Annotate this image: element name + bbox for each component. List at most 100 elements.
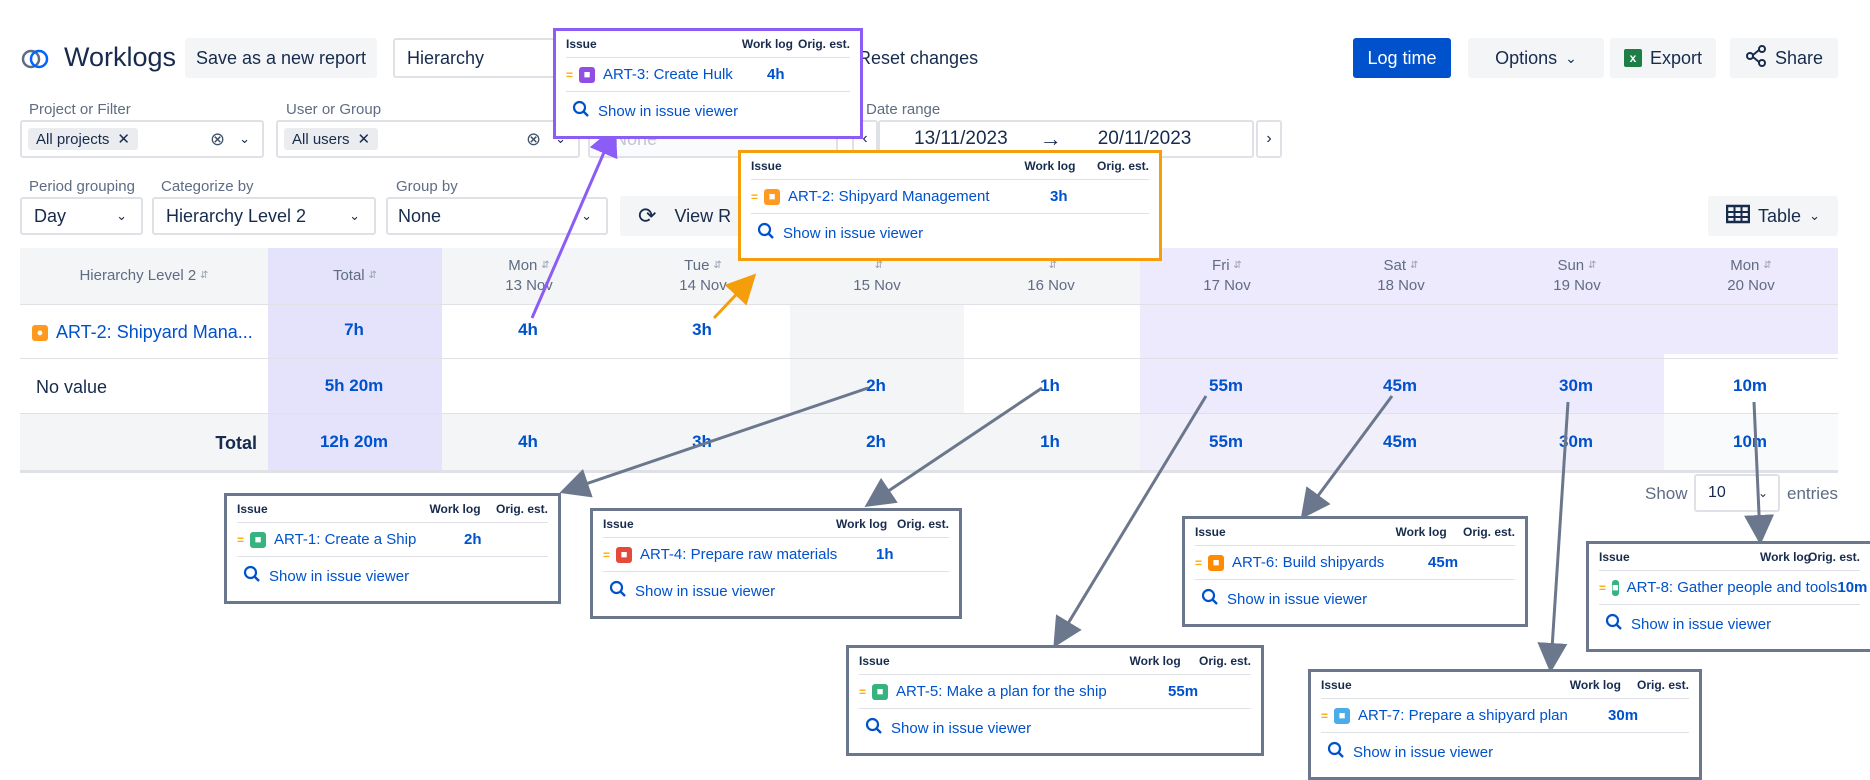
show-in-issue-viewer-link[interactable]: Show in issue viewer <box>1321 733 1689 771</box>
chevron-down-icon: ⌄ <box>1565 49 1577 66</box>
worklog-cell[interactable]: 2h <box>790 432 962 452</box>
priority-medium-icon: = <box>237 532 245 547</box>
column-header-day[interactable]: Sat ⇵ 18 Nov <box>1314 248 1488 304</box>
column-header-date: 16 Nov <box>1027 277 1075 294</box>
epic-icon: ■ <box>579 66 596 83</box>
view-report-button[interactable]: ⟳ View R <box>620 196 750 236</box>
search-icon <box>1605 613 1623 635</box>
worklog-popup: Issue Work log Orig. est. = ■ ART-6: Build sh… <box>1182 516 1528 627</box>
save-report-button[interactable]: Save as a new report <box>185 38 377 78</box>
show-in-issue-viewer-link[interactable]: Show in issue viewer <box>1599 605 1860 643</box>
column-header-day[interactable]: Mon ⇵ 13 Nov <box>442 248 616 304</box>
remove-chip-icon[interactable]: ✕ <box>358 130 371 148</box>
popup-issue-link[interactable]: ART-1: Create a Ship <box>274 531 464 548</box>
popup-issue-link[interactable]: ART-2: Shipyard Management <box>788 188 1050 205</box>
popup-issue-link[interactable]: ART-6: Build shipyards <box>1232 554 1428 571</box>
column-header-date: 14 Nov <box>679 277 727 294</box>
period-grouping-select[interactable]: Day ⌄ <box>20 197 143 235</box>
sort-icon: ⇵ <box>1763 260 1772 271</box>
share-button[interactable]: Share <box>1730 38 1838 78</box>
worklog-cell[interactable]: 30m <box>1490 432 1662 452</box>
popup-column-header: Orig. est. <box>1198 654 1251 668</box>
period-grouping-label: Period grouping <box>29 178 135 195</box>
show-in-issue-viewer-link[interactable]: Show in issue viewer <box>237 557 548 595</box>
sort-icon: ⇵ <box>1588 260 1597 271</box>
worklog-cell[interactable]: 4h <box>442 432 614 452</box>
worklog-cell[interactable]: 30m <box>1490 376 1662 396</box>
show-in-issue-viewer-link[interactable]: Show in issue viewer <box>603 572 949 610</box>
worklog-cell[interactable]: 55m <box>1140 376 1312 396</box>
group-by-select[interactable]: None ⌄ <box>386 197 608 235</box>
popup-header: Issue Work log Orig. est. <box>566 37 850 58</box>
popup-issue-link[interactable]: ART-3: Create Hulk <box>603 66 767 83</box>
log-time-button[interactable]: Log time <box>1353 38 1451 78</box>
table-view-button[interactable]: Table ⌄ <box>1708 196 1838 236</box>
popup-column-header: Issue <box>751 159 782 173</box>
worklog-cell[interactable]: 2h <box>790 376 962 396</box>
popup-issue-row: = ■ ART-1: Create a Ship 2h <box>237 523 548 557</box>
project-filter-select[interactable]: All projects ✕ ⊗ ⌄ <box>20 120 264 158</box>
popup-issue-row: = ■ ART-4: Prepare raw materials 1h <box>603 538 949 572</box>
clear-icon[interactable]: ⊗ <box>210 129 225 150</box>
worklog-cell[interactable]: 45m <box>1314 432 1486 452</box>
problem-icon: ■ <box>1208 554 1225 571</box>
popup-header: Issue Work log Orig. est. <box>1195 525 1515 546</box>
worklog-cell[interactable]: 45m <box>1314 376 1486 396</box>
user-filter-select[interactable]: All users ✕ ⊗ ⌄ <box>276 120 580 158</box>
popup-header: Issue Work log Orig. est. <box>1321 678 1689 699</box>
column-header-day[interactable]: Sun ⇵ 19 Nov <box>1490 248 1664 304</box>
row-label-art-2[interactable]: ● ART-2: Shipyard Mana... <box>32 322 253 343</box>
priority-medium-icon: = <box>566 67 574 82</box>
worklog-cell[interactable]: 1h <box>964 432 1136 452</box>
pagination-show-label: Show <box>1645 484 1688 503</box>
worklog-cell[interactable]: 10m <box>1664 432 1836 452</box>
remove-chip-icon[interactable]: ✕ <box>117 130 130 148</box>
column-header-day[interactable]: Fri ⇵ 17 Nov <box>1140 248 1314 304</box>
priority-medium-icon: = <box>1321 708 1329 723</box>
options-button[interactable]: Options ⌄ <box>1468 38 1604 78</box>
date-next-button[interactable]: › <box>1256 120 1282 158</box>
show-in-issue-viewer-link[interactable]: Show in issue viewer <box>566 92 850 130</box>
popup-column-header: Work log <box>429 502 481 516</box>
popup-issue-link[interactable]: ART-8: Gather people and tools <box>1627 579 1838 596</box>
show-in-issue-viewer-link[interactable]: Show in issue viewer <box>859 709 1251 747</box>
show-in-issue-viewer-label: Show in issue viewer <box>269 567 410 585</box>
popup-issue-link[interactable]: ART-4: Prepare raw materials <box>640 546 876 563</box>
worklog-cell[interactable]: 10m <box>1664 376 1836 396</box>
show-in-issue-viewer-label: Show in issue viewer <box>783 224 924 242</box>
worklog-cell[interactable]: 3h <box>616 320 788 340</box>
show-in-issue-viewer-label: Show in issue viewer <box>1227 590 1368 608</box>
worklog-cell[interactable]: 4h <box>442 320 614 340</box>
column-header-day[interactable]: Mon ⇵ 20 Nov <box>1664 248 1838 304</box>
column-header-weekday: Sat <box>1383 257 1407 274</box>
reset-changes-label: Reset changes <box>858 48 979 68</box>
popup-column-header: Orig. est. <box>896 517 949 531</box>
column-header-date: 20 Nov <box>1727 277 1775 294</box>
popup-work-log-value: 3h <box>1050 188 1068 205</box>
total-cell[interactable]: 7h <box>268 320 440 340</box>
column-header-category[interactable]: Hierarchy Level 2 ⇵ <box>20 248 268 304</box>
user-filter-label: User or Group <box>286 101 382 118</box>
export-button[interactable]: x Export <box>1610 38 1716 78</box>
total-cell[interactable]: 5h 20m <box>268 376 440 396</box>
report-type-select[interactable]: Hierarchy <box>393 38 563 78</box>
categorize-by-select[interactable]: Hierarchy Level 2 ⌄ <box>152 197 376 235</box>
show-in-issue-viewer-label: Show in issue viewer <box>635 582 776 600</box>
page-size-value: 10 <box>1708 484 1726 501</box>
page-size-select[interactable]: 10 ⌄ <box>1694 474 1780 512</box>
clear-icon[interactable]: ⊗ <box>526 129 541 150</box>
show-in-issue-viewer-link[interactable]: Show in issue viewer <box>1195 580 1515 618</box>
column-header-total[interactable]: Total ⇵ <box>268 248 442 304</box>
chevron-down-icon[interactable]: ⌄ <box>239 131 250 147</box>
total-cell[interactable]: 12h 20m <box>268 432 440 452</box>
worklog-cell[interactable]: 3h <box>616 432 788 452</box>
popup-column-header: Issue <box>237 502 268 516</box>
worklog-cell[interactable]: 1h <box>964 376 1136 396</box>
reset-changes-link[interactable]: Reset changes <box>858 48 978 69</box>
popup-issue-link[interactable]: ART-5: Make a plan for the ship <box>896 683 1168 700</box>
show-in-issue-viewer-link[interactable]: Show in issue viewer <box>751 214 1149 252</box>
popup-issue-link[interactable]: ART-7: Prepare a shipyard plan <box>1358 707 1608 724</box>
worklog-cell[interactable]: 55m <box>1140 432 1312 452</box>
popup-issue-row: = ■ ART-7: Prepare a shipyard plan 30m <box>1321 699 1689 733</box>
improvement-icon: ■ <box>250 531 267 548</box>
